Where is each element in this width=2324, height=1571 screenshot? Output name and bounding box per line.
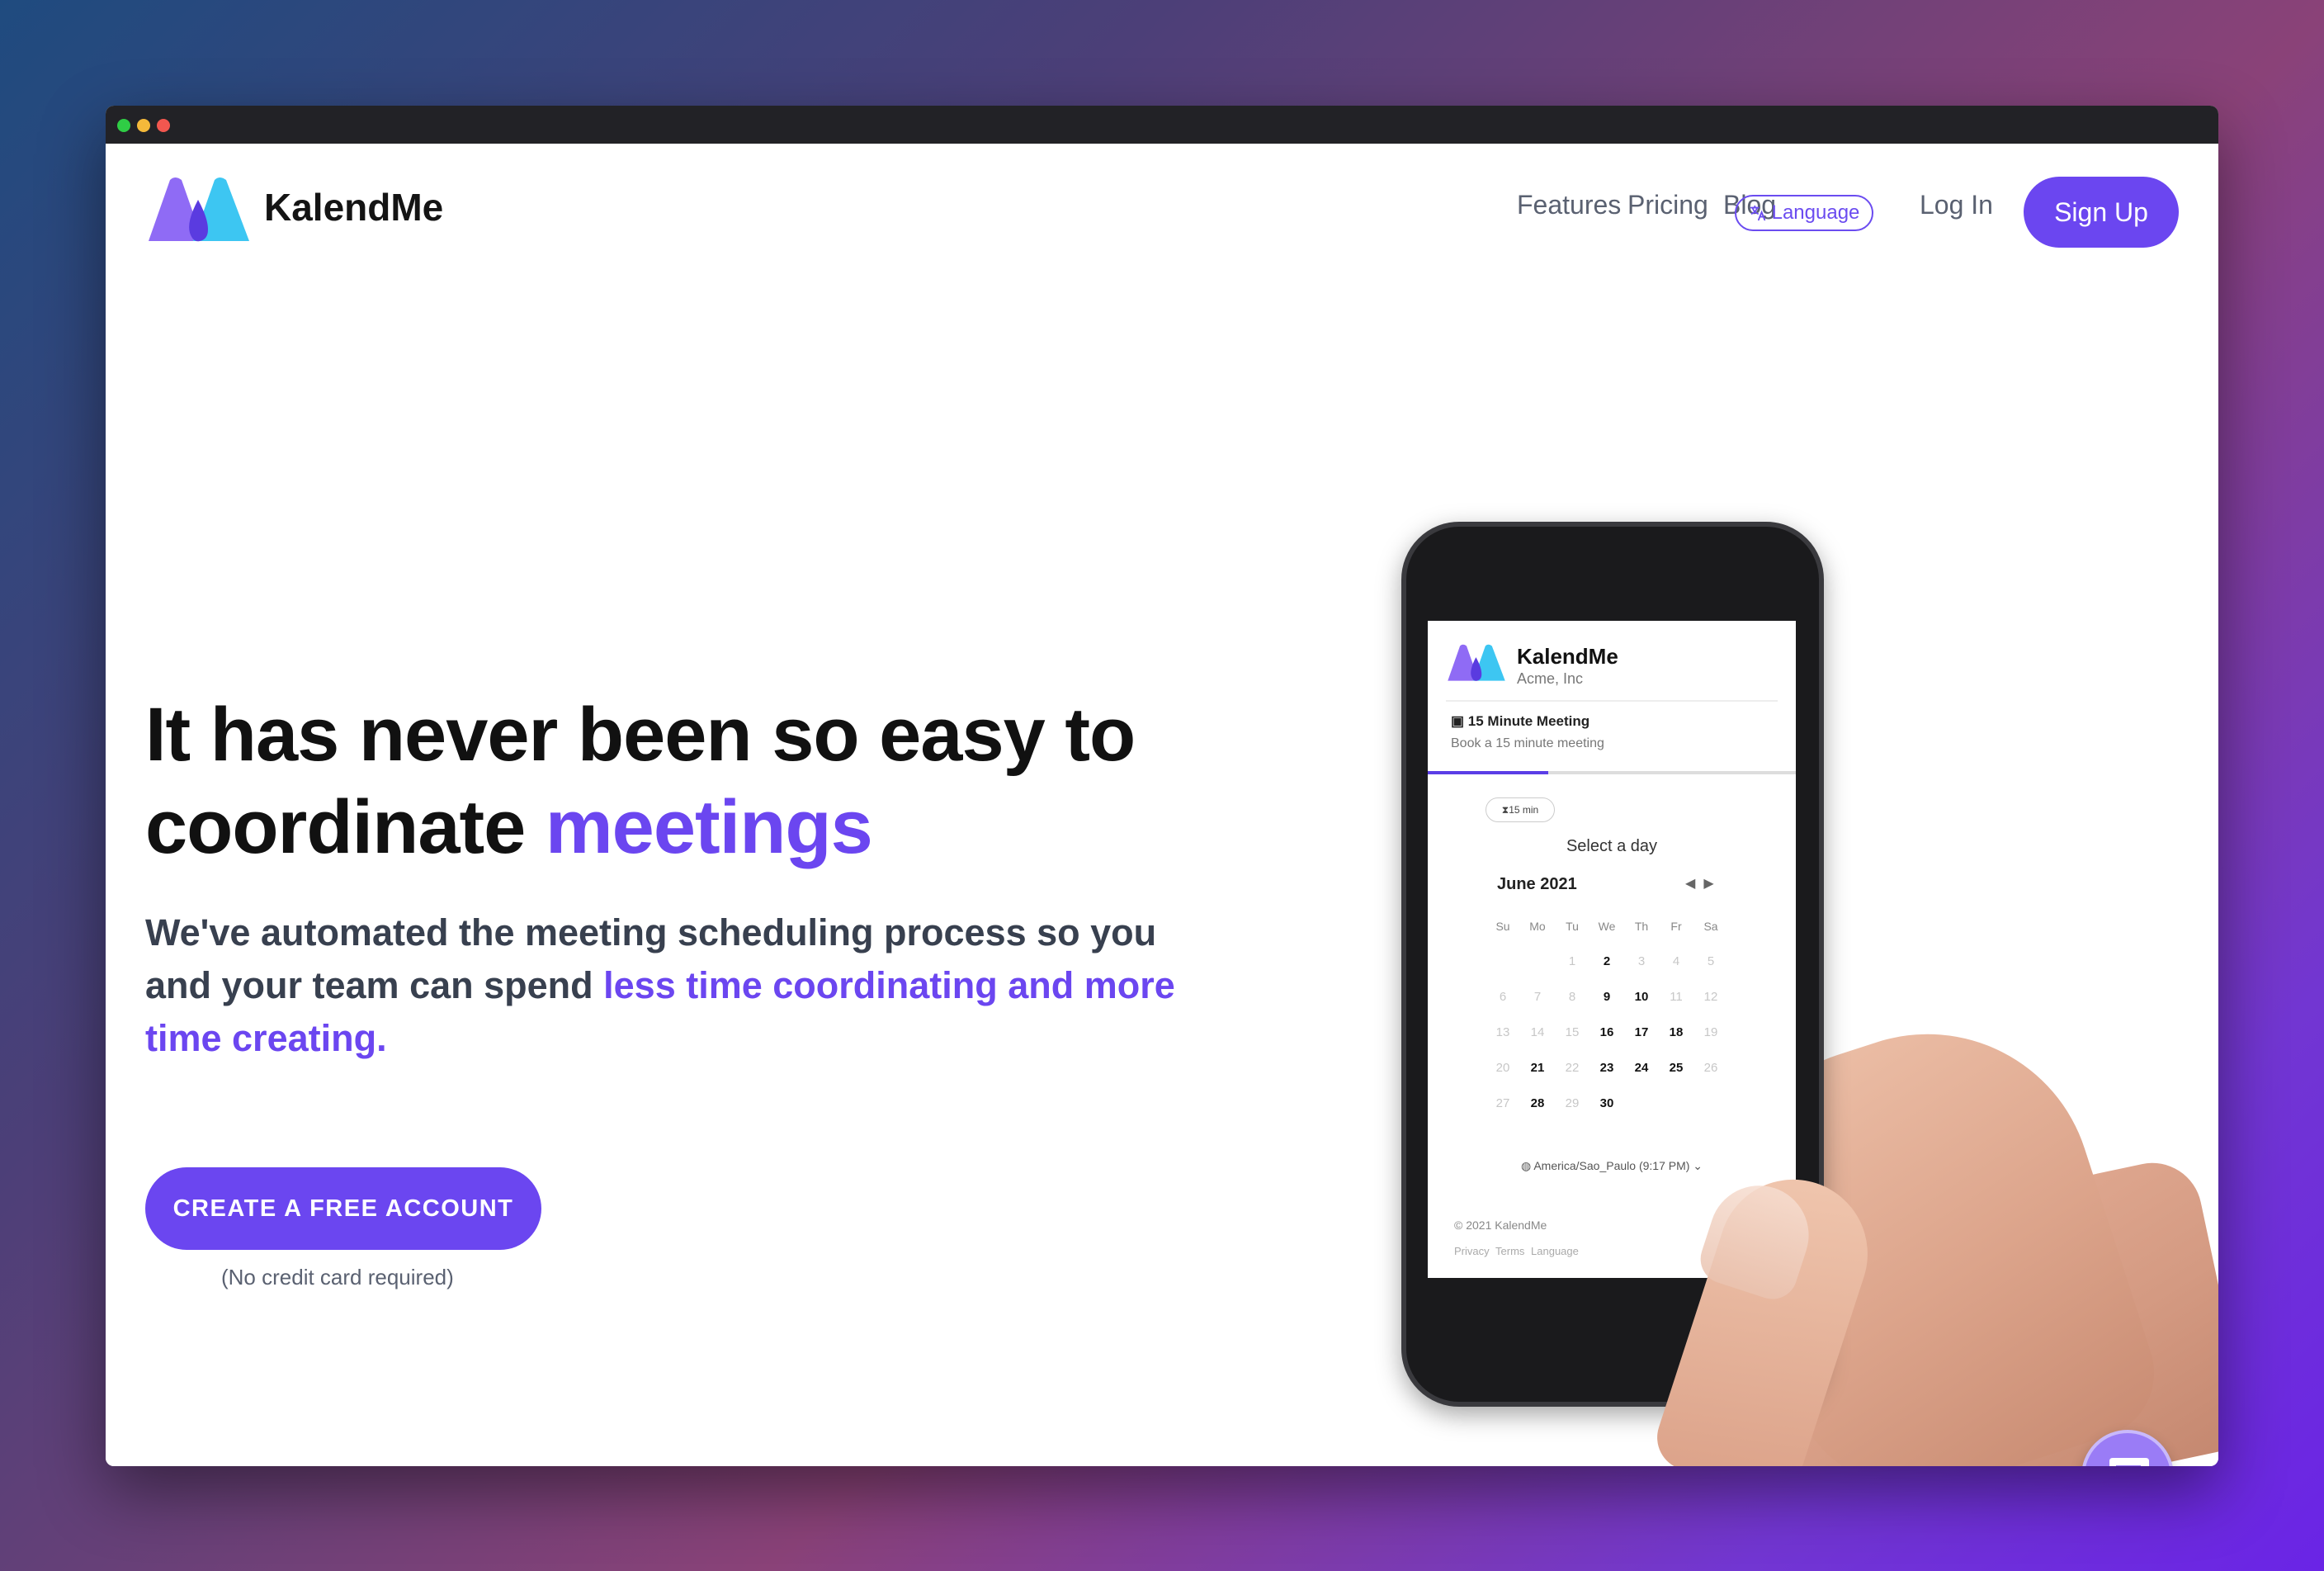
hero-title-accent: meetings [545, 785, 873, 869]
timezone-selector[interactable]: ◍ America/Sao_Paulo (9:17 PM) ⌄ [1428, 1159, 1796, 1173]
calendar-day: 4 [1672, 954, 1680, 968]
timezone-text: America/Sao_Paulo (9:17 PM) [1533, 1159, 1690, 1172]
hourglass-icon: ⧗ [1501, 803, 1509, 816]
calendar-month: June 2021 [1497, 875, 1577, 893]
calendar-day: 3 [1637, 954, 1646, 968]
calendar-day[interactable]: 17 [1624, 1025, 1659, 1039]
calendar-grid: Su Mo Tu We Th Fr Sa 1 2 3 4 5 6 7 8 9 10 11 12 13 14 15 16 17 1… [1486, 908, 1733, 1121]
calendar-day[interactable]: 30 [1589, 1096, 1624, 1110]
signup-button[interactable]: Sign Up [2024, 177, 2179, 248]
window-zoom-button[interactable] [117, 119, 130, 132]
phone-screen: KalendMe Acme, Inc ▣ 15 Minute Meeting B… [1428, 621, 1796, 1278]
meeting-subtitle: Book a 15 minute meeting [1451, 736, 1604, 750]
footer-link-terms[interactable]: Terms [1495, 1245, 1524, 1257]
calendar-week-row: 6 7 8 9 10 11 12 [1486, 979, 1733, 1015]
calendar-day: 27 [1495, 1096, 1510, 1110]
calendar-day: 14 [1530, 1025, 1545, 1039]
calendar-weekday: We [1598, 919, 1616, 933]
calendar-week-row: 20 21 22 23 24 25 26 [1486, 1050, 1733, 1086]
duration-text: 15 min [1509, 804, 1539, 816]
phone-divider [1446, 700, 1778, 702]
globe-icon: ◍ [1520, 1159, 1534, 1172]
meeting-title-text: 15 Minute Meeting [1467, 713, 1590, 729]
calendar-day: 1 [1568, 954, 1576, 968]
nav-login[interactable]: Log In [1920, 190, 1993, 220]
month-nav: ◀▶ [1685, 875, 1722, 892]
chat-icon [2109, 1458, 2149, 1466]
duration-pill: ⧗ 15 min [1486, 797, 1555, 822]
calendar-weekday: Th [1634, 919, 1649, 933]
nav-pricing[interactable]: Pricing [1627, 190, 1708, 220]
footer-link-language[interactable]: Language [1531, 1245, 1579, 1257]
window-titlebar [106, 106, 2218, 144]
calendar-weekday: Tu [1566, 919, 1579, 933]
language-selector[interactable]: Language [1735, 195, 1873, 231]
calendar-day[interactable]: 18 [1659, 1025, 1693, 1039]
calendar-day[interactable]: 24 [1624, 1061, 1659, 1075]
hero-title: It has never been so easy to coordinate … [145, 688, 1218, 873]
calendar-day[interactable]: 2 [1589, 954, 1624, 968]
phone-brand: KalendMe [1517, 644, 1618, 669]
calendar-week-row: 27 28 29 30 [1486, 1086, 1733, 1121]
calendar-day: 19 [1703, 1025, 1718, 1039]
calendar-week-row: 123 4 5 [1486, 944, 1733, 979]
arrow-right-icon[interactable]: ▶ [1703, 877, 1722, 891]
calendar-day: 6 [1499, 990, 1507, 1004]
create-account-button[interactable]: CREATE A FREE ACCOUNT [145, 1167, 541, 1250]
calendar-day: 12 [1703, 990, 1718, 1004]
phone-copyright: © 2021 KalendMe [1454, 1218, 1547, 1232]
calendar-day: 22 [1565, 1061, 1580, 1075]
calendar-day: 20 [1495, 1061, 1510, 1075]
translate-icon [1750, 205, 1765, 221]
cta-note: (No credit card required) [221, 1265, 454, 1289]
brand-name[interactable]: KalendMe [264, 185, 443, 229]
browser-window: KalendMe Features Pricing Blog Language … [106, 106, 2218, 1466]
calendar-day: 29 [1565, 1096, 1580, 1110]
calendar-day[interactable]: 28 [1520, 1096, 1555, 1110]
language-label: Language [1771, 201, 1860, 224]
meeting-title: ▣ 15 Minute Meeting [1451, 713, 1589, 730]
nav-features[interactable]: Features [1517, 190, 1621, 220]
calendar-day: 13 [1495, 1025, 1510, 1039]
select-day-label: Select a day [1566, 837, 1658, 855]
landing-page: KalendMe Features Pricing Blog Language … [106, 144, 2218, 1466]
progress-fill [1428, 771, 1548, 774]
kalendme-logo[interactable] [145, 175, 253, 244]
calendar-day[interactable]: 9 [1589, 990, 1624, 1004]
calendar-day[interactable]: 25 [1659, 1061, 1693, 1075]
calendar-day: 8 [1568, 990, 1576, 1004]
calendar-day: 26 [1703, 1061, 1718, 1075]
calendar-day[interactable]: 10 [1624, 990, 1659, 1004]
calendar-weekday-row: Su Mo Tu We Th Fr Sa [1486, 908, 1733, 944]
calendar-day: 7 [1533, 990, 1542, 1004]
footer-link-privacy[interactable]: Privacy [1454, 1245, 1490, 1257]
arrow-left-icon[interactable]: ◀ [1685, 877, 1703, 891]
window-minimize-button[interactable] [137, 119, 150, 132]
calendar-weekday: Sa [1703, 919, 1718, 933]
calendar-day[interactable]: 16 [1589, 1025, 1624, 1039]
calendar-day[interactable]: 21 [1520, 1061, 1555, 1075]
calendar-weekday: Su [1495, 919, 1510, 933]
phone-org: Acme, Inc [1517, 670, 1584, 687]
calendar-day: 15 [1565, 1025, 1580, 1039]
calendar-weekday: Mo [1529, 919, 1546, 933]
calendar-day: 11 [1670, 990, 1683, 1004]
phone-kalendme-logo [1448, 644, 1505, 681]
calendar-week-row: 13 14 15 16 17 18 19 [1486, 1015, 1733, 1050]
calendar-day[interactable]: 23 [1589, 1061, 1624, 1075]
calendar-day: 5 [1707, 954, 1715, 968]
window-close-button[interactable] [157, 119, 170, 132]
hero-subtitle: We've automated the meeting scheduling p… [145, 906, 1218, 1065]
phone-footer-links: Privacy Terms Language [1454, 1245, 1579, 1257]
calendar-icon: ▣ [1451, 713, 1468, 729]
calendar-weekday: Fr [1670, 919, 1682, 933]
